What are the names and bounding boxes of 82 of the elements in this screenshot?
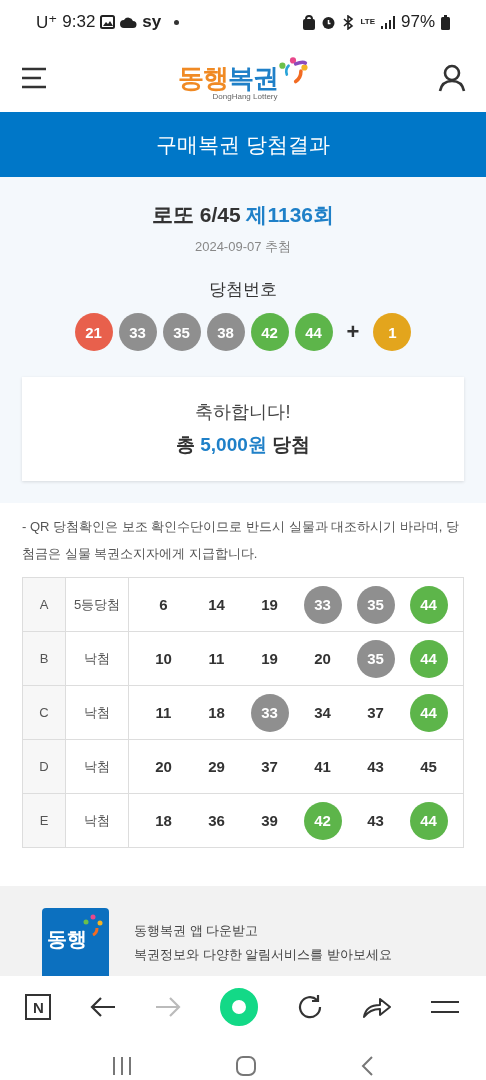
notice-text: - QR 당첨확인은 보조 확인수단이므로 반드시 실물과 대조하시기 바라며, 당첨금은 실물 복권소지자에게 지급합니다. [22,518,460,563]
app-label: sy [142,12,162,32]
number-ball: 21 [74,313,113,351]
ticket-number: 14 [207,595,226,615]
image-icon [100,15,116,29]
matched-number-ball: 44 [409,639,448,678]
recent-apps-icon[interactable] [111,1056,132,1076]
game-label: E [22,793,66,848]
back-arrow-icon[interactable] [90,996,117,1018]
matched-number-ball: 35 [356,639,395,678]
ticket-number: 36 [207,811,226,831]
matched-number-ball: 35 [356,585,395,624]
dot-icon [174,19,180,25]
game-label: D [22,739,66,794]
result-cell: 낙첨 [65,739,129,794]
alarm-icon [321,14,337,30]
clock-time: 9:32 [62,12,96,32]
app-icon[interactable]: 동행 [42,908,109,976]
matched-number-ball: 44 [409,585,448,624]
menu-icon[interactable] [430,999,461,1015]
congrats-text: 축하합니다! [195,401,291,424]
home-button[interactable]: N [25,994,52,1020]
reload-icon[interactable] [296,994,323,1020]
ticket-number: 20 [154,757,173,777]
number-ball: 38 [206,313,245,351]
plus-sign: + [346,319,360,345]
result-cell: 5등당첨 [65,577,129,632]
page-title: 구매복권 당첨결과 [156,131,330,158]
carrier-label: U⁺ [36,11,58,33]
lock-icon [303,14,316,30]
draw-date: 2024-09-07 추첨 [194,238,292,256]
number-ball: 1 [373,313,412,351]
back-icon[interactable] [360,1055,375,1077]
number-ball: 33 [118,313,157,351]
promo-text: 동행복권 앱 다운받고 [134,922,260,940]
result-cell: 낙첨 [65,793,129,848]
matched-number-ball: 44 [409,693,448,732]
battery-percent: 97% [400,12,435,32]
menu-icon[interactable] [21,67,47,89]
ticket-number: 43 [366,757,385,777]
game-label: A [22,577,66,632]
number-ball: 44 [294,313,333,351]
matched-number-ball: 33 [303,585,342,624]
game-label: C [22,685,66,740]
game-label: B [22,631,66,686]
matched-number-ball: 44 [409,801,448,840]
result-cell: 낙첨 [65,685,129,740]
ticket-number: 34 [313,703,332,723]
number-ball: 42 [250,313,289,351]
ticket-number: 37 [260,757,279,777]
ticket-number: 39 [260,811,279,831]
user-icon[interactable] [438,64,466,92]
matched-number-ball: 42 [303,801,342,840]
number-ball: 35 [162,313,201,351]
ticket-number: 20 [313,649,332,669]
ticket-number: 43 [366,811,385,831]
ticket-number: 45 [419,757,438,777]
home-icon[interactable] [235,1055,257,1077]
matched-number-ball: 33 [250,693,289,732]
signal-icon [380,15,395,29]
ticket-number: 11 [154,703,173,723]
network-label: LTE [360,18,375,26]
ticket-number: 41 [313,757,332,777]
ticket-number: 19 [260,649,279,669]
ticket-number: 10 [154,649,173,669]
promo-text: 복권정보와 다양한 알림서비스를 받아보세요 [134,946,392,964]
cloud-icon [120,16,138,28]
ticket-number: 6 [158,595,169,615]
battery-icon [441,14,450,30]
ticket-number: 18 [154,811,173,831]
ticket-number: 19 [260,595,279,615]
ticket-number: 29 [207,757,226,777]
ticket-number: 18 [207,703,226,723]
bluetooth-icon [342,14,355,30]
ticket-number: 37 [366,703,385,723]
ticket-number: 11 [207,649,226,669]
result-cell: 낙첨 [65,631,129,686]
prize-amount: 총 5,000원 당첨 [175,433,311,457]
share-icon[interactable] [361,995,392,1019]
logo[interactable]: 동행복권 DongHang Lottery [177,54,308,102]
draw-title: 로또 6/45 제1136회 [151,202,335,228]
section-heading: 당첨번호 [209,279,277,301]
